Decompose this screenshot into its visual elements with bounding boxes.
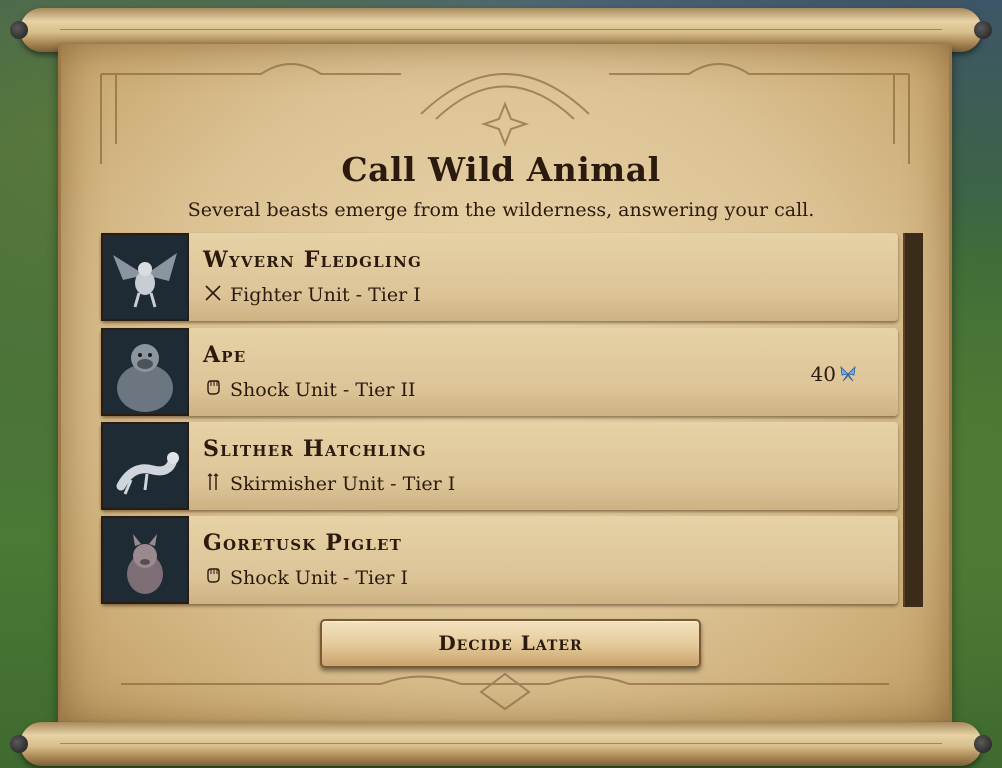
unit-option-wyvern-fledgling[interactable]: Wyvern Fledgling Fighter Unit - Tier I xyxy=(101,233,898,321)
unit-option-goretusk-piglet[interactable]: Goretusk Piglet Shock Unit - Tier I xyxy=(101,516,898,604)
unit-type: Shock Unit - Tier II xyxy=(230,379,416,401)
crossed-swords-icon xyxy=(205,285,221,301)
piglet-portrait xyxy=(101,516,189,604)
unit-list-scrollbar[interactable] xyxy=(903,233,923,607)
cost-value: 40 xyxy=(810,362,836,386)
mana-butterfly-icon xyxy=(840,365,856,382)
unit-name: Slither Hatchling xyxy=(203,436,427,462)
unit-list: Wyvern Fledgling Fighter Unit - Tier I A… xyxy=(101,233,921,607)
unit-type: Skirmisher Unit - Tier I xyxy=(230,473,456,495)
unit-name: Goretusk Piglet xyxy=(203,530,403,556)
unit-option-slither-hatchling[interactable]: Slither Hatchling Skirmisher Unit - Tier… xyxy=(101,422,898,510)
unit-name: Ape xyxy=(203,342,247,368)
decide-later-button[interactable]: Decide Later xyxy=(320,619,701,668)
rod-cap-left xyxy=(10,21,28,39)
wyvern-portrait xyxy=(101,233,189,321)
dialog-subtitle: Several beasts emerge from the wildernes… xyxy=(187,199,815,221)
unit-cost: 40 xyxy=(811,362,858,386)
skirmisher-icon xyxy=(207,473,219,490)
slither-portrait xyxy=(101,422,189,510)
rod-cap-right xyxy=(974,21,992,39)
unit-option-ape[interactable]: Ape Shock Unit - Tier II 40 xyxy=(101,328,898,416)
unit-type: Fighter Unit - Tier I xyxy=(230,284,421,306)
unit-type: Shock Unit - Tier I xyxy=(230,567,408,589)
dialog-title: Call Wild Animal xyxy=(341,150,661,189)
unit-name: Wyvern Fledgling xyxy=(203,247,423,273)
ape-portrait xyxy=(101,328,189,416)
fist-icon xyxy=(207,568,220,583)
fist-icon xyxy=(207,380,220,395)
scroll-bottom-rod xyxy=(10,722,992,766)
